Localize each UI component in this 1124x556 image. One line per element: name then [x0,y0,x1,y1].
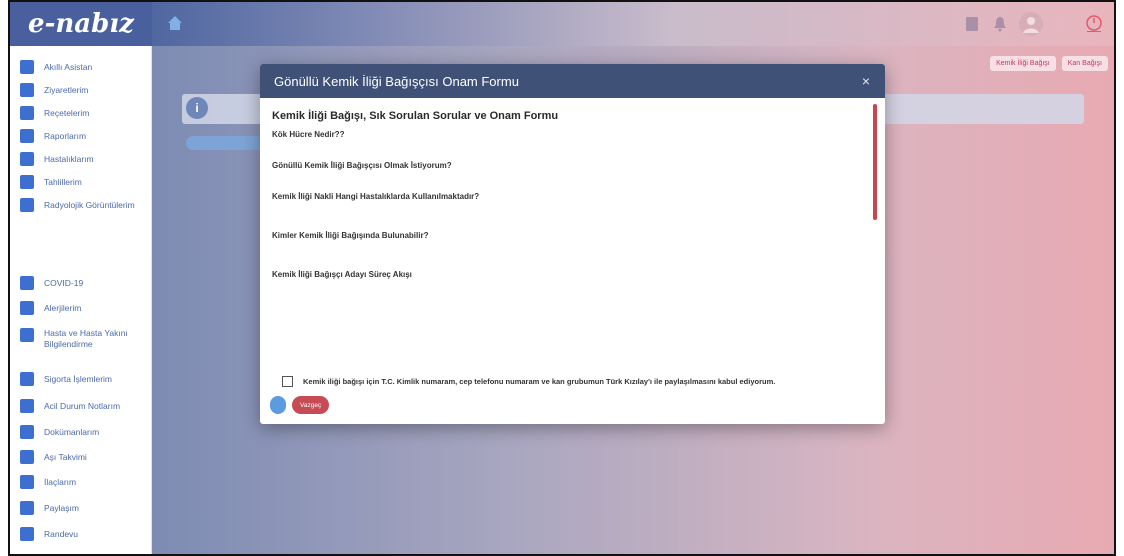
section-body [272,246,860,262]
sidebar: Akıllı Asistan Ziyaretlerim Reçetelerim … [10,46,152,554]
sidebar-item-label: Ziyaretlerim [44,85,89,95]
emergency-notes-icon [20,399,34,413]
sidebar-item-label: İlaçlarım [44,477,77,487]
allergy-icon [20,301,34,315]
kemik-iligi-bagisi-link[interactable]: Kemik İliği Bağışı [990,56,1056,71]
lab-tests-icon [20,175,34,189]
assistant-icon [20,60,34,74]
sidebar-item-label: Randevu [44,529,79,539]
top-bar: e-nabız [10,2,1114,46]
report-icon [20,129,34,143]
sidebar-item-acil-durum[interactable]: Acil Durum Notlarım [10,395,152,417]
section-title: Kimler Kemik İliği Bağışında Bulunabilir… [272,231,429,240]
sidebar-item-akilli-asistan[interactable]: Akıllı Asistan [10,56,152,78]
sidebar-item-covid19[interactable]: COVID-19 [10,272,152,294]
documents-icon [20,425,34,439]
sidebar-item-hastaliklarim[interactable]: Hastalıklarım [10,148,152,170]
consent-row: Kemik iliği bağışı için T.C. Kimlik numa… [282,376,775,387]
insurance-icon [20,372,34,386]
app-window: e-nabız Akıllı Asistan Ziyaretlerim Reçe… [8,0,1116,556]
logo[interactable]: e-nabız [10,2,152,46]
sidebar-item-ziyaretlerim[interactable]: Ziyaretlerim [10,79,152,101]
home-icon[interactable] [166,14,184,32]
section-title: Kemik İliği Nakli Hangi Hastalıklarda Ku… [272,192,480,201]
vaccine-icon [20,450,34,464]
right-links: Kemik İliği Bağışı Kan Bağışı [990,56,1108,71]
modal-scrollbar[interactable] [873,104,877,220]
modal-header: Gönüllü Kemik İliği Bağışçısı Onam Formu… [260,64,885,98]
process-step [272,299,860,307]
share-icon [20,501,34,515]
sidebar-item-label: Reçetelerim [44,108,90,118]
document-title: Kemik İliği Bağışı, Sık Sorulan Sorular … [272,110,559,122]
sidebar-item-alerjilerim[interactable]: Alerjilerim [10,297,152,319]
disease-icon [20,152,34,166]
sidebar-item-tahlillerim[interactable]: Tahlillerim [10,171,152,193]
sidebar-item-raporlarim[interactable]: Raporlarım [10,125,152,147]
cancel-button[interactable]: Vazgeç [292,396,330,414]
section-body [272,176,860,184]
sidebar-item-label: Tahlillerim [44,177,82,187]
modal-footer: Vazgeç [270,396,330,414]
consent-text: Kemik iliği bağışı için T.C. Kimlik numa… [303,377,776,386]
top-icons [962,8,1108,40]
sidebar-item-dokumanlarim[interactable]: Dokümanlarım [10,421,152,443]
consent-modal: Gönüllü Kemik İliği Bağışçısı Onam Formu… [260,64,885,424]
modal-body: Kemik İliği Bağışı, Sık Sorulan Sorular … [272,104,860,382]
pills-icon [20,475,34,489]
sidebar-item-label: Sigorta İşlemlerim [44,374,113,384]
process-step [272,285,860,293]
sidebar-item-bilgilendirme[interactable]: Hasta ve Hasta Yakını Bilgilendirme [10,328,152,358]
sidebar-item-label: Acil Durum Notlarım [44,401,121,411]
submit-request-button[interactable] [270,396,286,414]
sidebar-item-radyolojik[interactable]: Radyolojik Görüntülerim [10,194,152,216]
sidebar-item-sigorta[interactable]: Sigorta İşlemlerim [10,368,152,390]
section-body [272,207,860,223]
sidebar-item-label: Raporlarım [44,131,87,141]
sidebar-item-label: Hasta ve Hasta Yakını Bilgilendirme [44,328,128,349]
logout-icon[interactable] [1080,14,1108,34]
radiology-icon [20,198,34,212]
modal-title: Gönüllü Kemik İliği Bağışçısı Onam Formu [274,73,519,89]
sidebar-item-ilaclarim[interactable]: İlaçlarım [10,471,152,493]
sidebar-item-label: COVID-19 [44,278,84,288]
section-body [272,145,860,153]
sidebar-item-label: Paylaşım [44,503,79,513]
sidebar-item-asi-takvimi[interactable]: Aşı Takvimi [10,446,152,468]
sidebar-item-label: Radyolojik Görüntülerim [44,200,135,210]
close-icon[interactable]: × [857,72,875,90]
section-title: Kök Hücre Nedir?? [272,130,345,139]
prescription-icon [20,106,34,120]
sidebar-item-randevu[interactable]: Randevu [10,523,152,545]
building-icon [20,83,34,97]
logo-text: e-nabız [28,9,134,39]
sidebar-item-label: Alerjilerim [44,303,82,313]
sidebar-item-label: Aşı Takvimi [44,452,87,462]
section-title: Gönüllü Kemik İliği Bağışçısı Olmak İsti… [272,161,452,170]
bell-icon[interactable] [990,14,1010,34]
consent-checkbox[interactable] [282,376,293,387]
virus-icon [20,276,34,290]
appointment-icon [20,527,34,541]
info-icon [20,328,34,342]
kan-bagisi-link[interactable]: Kan Bağışı [1061,56,1108,71]
info-icon: i [186,97,208,119]
sidebar-item-label: Dokümanlarım [44,427,100,437]
sidebar-item-receteler[interactable]: Reçetelerim [10,102,152,124]
document-icon[interactable] [962,14,982,34]
sidebar-item-label: Akıllı Asistan [44,62,93,72]
user-avatar-icon[interactable] [1018,11,1044,37]
section-title: Kemik İliği Bağışçı Adayı Süreç Akışı [272,270,412,279]
sidebar-item-label: Hastalıklarım [44,154,94,164]
sidebar-item-paylasim[interactable]: Paylaşım [10,497,152,519]
globe-icon[interactable] [1052,14,1072,34]
